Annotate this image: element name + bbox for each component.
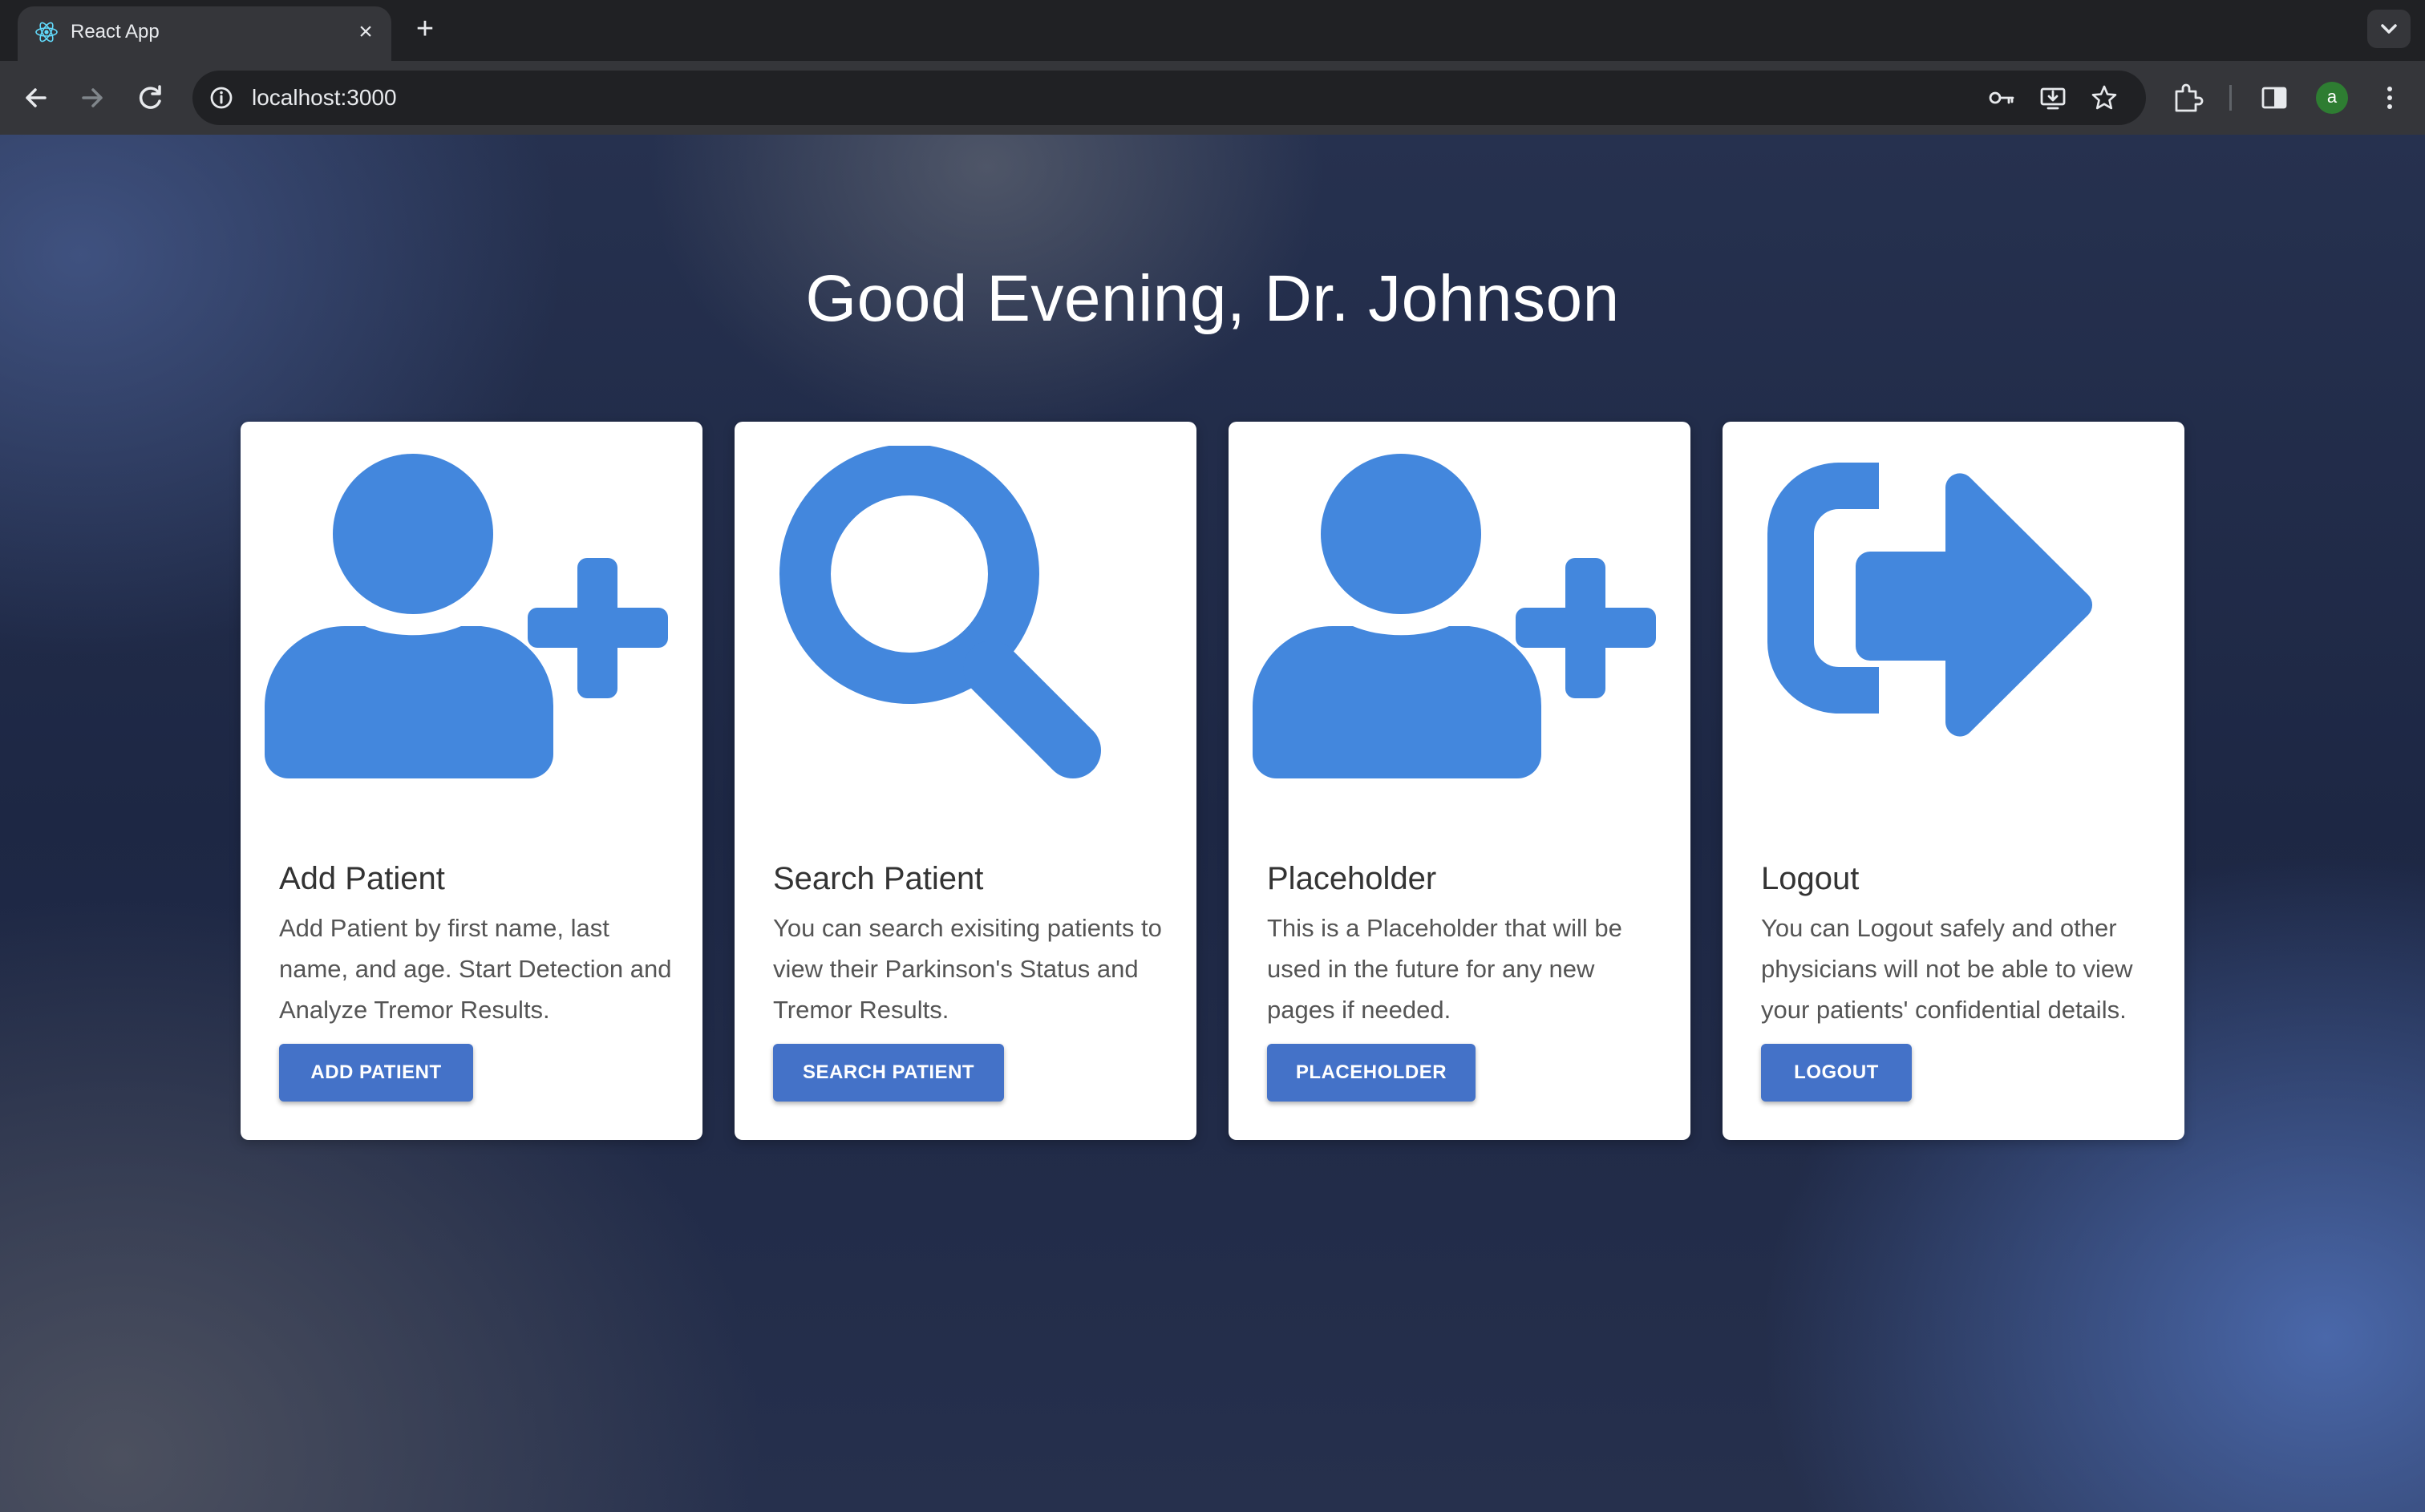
user-plus-icon [1253, 454, 1656, 778]
placeholder-button[interactable]: PLACEHOLDER [1267, 1044, 1476, 1102]
install-app-icon[interactable] [2038, 83, 2067, 112]
dashboard-page: Good Evening, Dr. Johnson Add Patient Ad… [0, 135, 2425, 1512]
page-title: Good Evening, Dr. Johnson [805, 262, 1620, 335]
browser-tab-bar: React App × + [0, 0, 2425, 61]
browser-tab[interactable]: React App × [18, 6, 391, 61]
card-title: Search Patient [773, 861, 984, 896]
side-panel-icon[interactable] [2257, 80, 2292, 115]
search-icon [779, 446, 1101, 778]
toolbar-divider [2229, 85, 2232, 111]
logout-button[interactable]: LOGOUT [1761, 1044, 1912, 1102]
address-bar[interactable]: localhost:3000 [192, 71, 2146, 125]
chevron-down-icon [2381, 24, 2397, 34]
back-arrow-icon[interactable] [16, 79, 55, 117]
logout-icon [1767, 463, 2093, 737]
card-add-patient: Add Patient Add Patient by first name, l… [241, 422, 702, 1140]
react-logo-icon [35, 22, 58, 42]
user-plus-icon [265, 454, 668, 778]
new-tab-button[interactable]: + [407, 13, 443, 48]
tab-title: React App [71, 21, 160, 42]
card-search-patient: Search Patient You can search exisiting … [735, 422, 1196, 1140]
add-patient-button[interactable]: ADD PATIENT [279, 1044, 473, 1102]
key-icon[interactable] [1987, 83, 2016, 112]
card-title: Placeholder [1267, 861, 1437, 896]
card-placeholder: Placeholder This is a Placeholder that w… [1229, 422, 1690, 1140]
more-options-icon[interactable] [2372, 80, 2407, 115]
close-tab-icon[interactable]: × [351, 18, 380, 46]
star-icon[interactable] [2090, 83, 2119, 112]
card-logout: Logout You can Logout safely and other p… [1723, 422, 2184, 1140]
profile-avatar[interactable]: a [2316, 82, 2348, 114]
extensions-icon[interactable] [2170, 80, 2205, 115]
card-title: Add Patient [279, 861, 445, 896]
tab-search-button[interactable] [2367, 10, 2411, 48]
card-description: You can Logout safely and other physicia… [1761, 914, 2133, 1024]
card-title: Logout [1761, 861, 1860, 896]
card-description: You can search exisiting patients to vie… [773, 914, 1162, 1024]
reload-icon[interactable] [132, 79, 170, 117]
forward-arrow-icon[interactable] [74, 79, 112, 117]
url-text[interactable]: localhost:3000 [252, 85, 397, 111]
card-description: Add Patient by first name, last name, an… [279, 914, 672, 1024]
card-description: This is a Placeholder that will be used … [1267, 914, 1622, 1024]
search-patient-button[interactable]: SEARCH PATIENT [773, 1044, 1004, 1102]
browser-toolbar: localhost:3000 a [0, 61, 2425, 135]
site-info-icon[interactable] [207, 83, 236, 112]
